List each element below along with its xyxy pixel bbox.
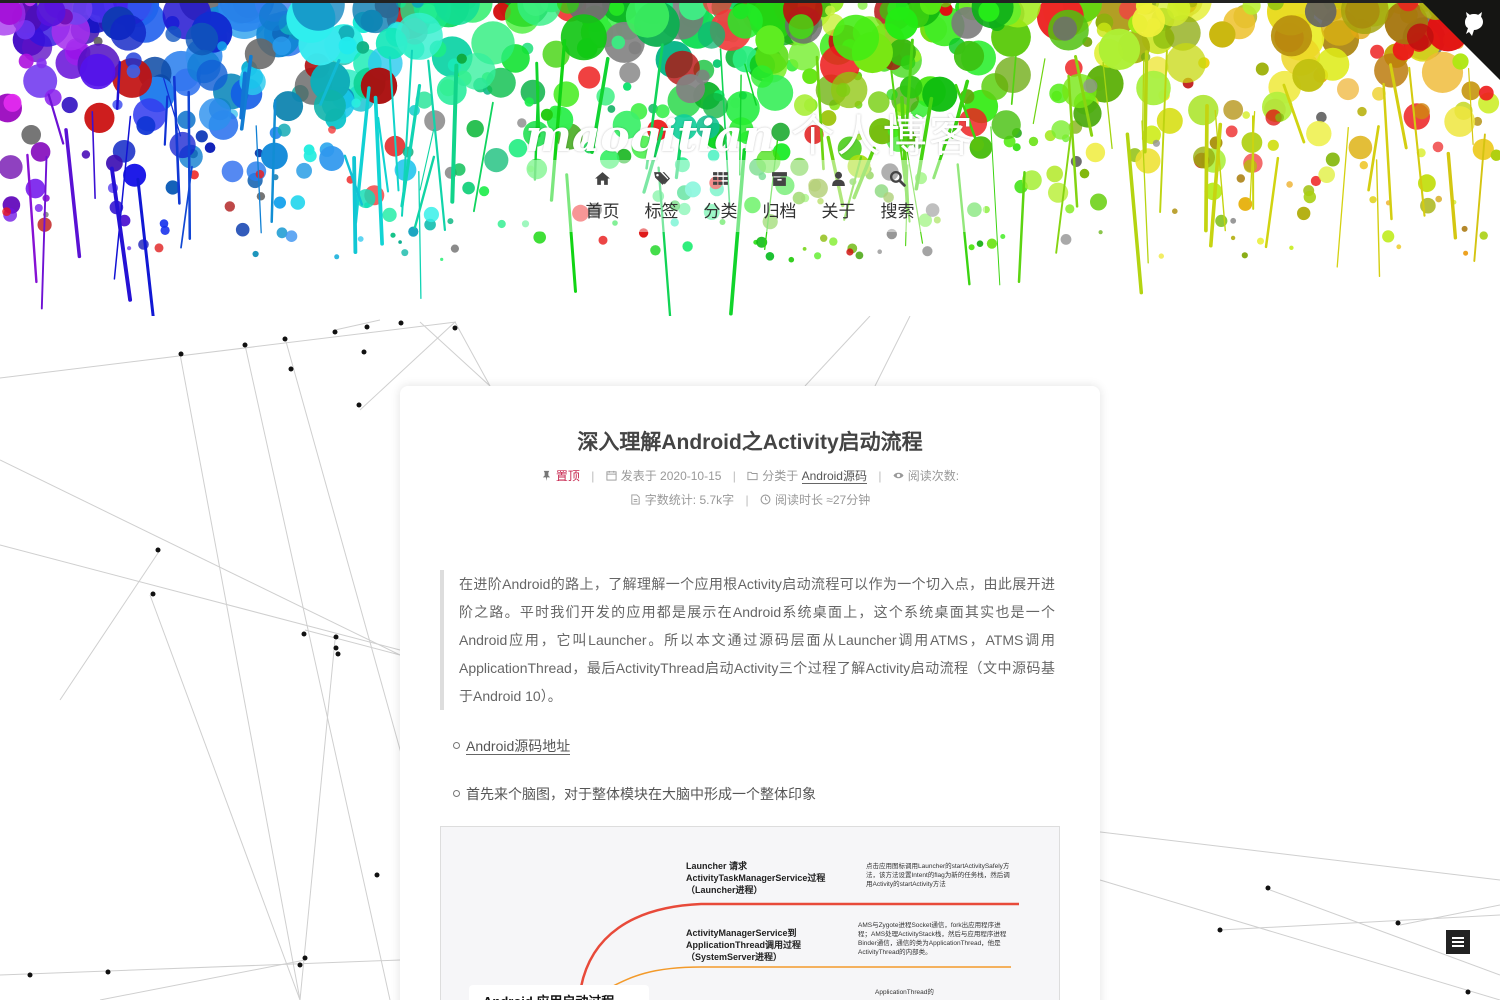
mindmap-branch-2: ActivityManagerService到ApplicationThread… (686, 928, 802, 962)
mindmap-root: Android 应用启动过程 (469, 985, 649, 1000)
post-meta-primary: 置顶 | 发表于 2020-10-15 | 分类于 Android源码 | 阅读… (400, 467, 1100, 484)
readtime-value: ≈27分钟 (826, 493, 871, 507)
nav-label-search: 搜索 (880, 202, 915, 222)
toc-toggle-button[interactable] (1446, 930, 1470, 954)
posted-date: 2020-10-15 (660, 469, 722, 483)
list-item: 首先来个脑图，对于整体模块在大脑中形成一个整体印象 (453, 786, 816, 802)
nav-item-about[interactable]: 关于 (809, 160, 868, 232)
nav-item-search[interactable]: 搜索 (868, 160, 927, 232)
site-title-latin: maoqitian (525, 111, 775, 162)
calendar-icon (606, 470, 617, 481)
wordcount-value: 5.7k字 (699, 493, 735, 507)
github-corner-link[interactable] (1420, 0, 1500, 80)
user-icon (832, 171, 845, 186)
wordcount-label: 字数统计: (644, 493, 697, 507)
category-link[interactable]: Android源码 (801, 469, 867, 484)
file-icon (631, 494, 640, 505)
clock-icon (760, 494, 771, 505)
th-icon (713, 172, 728, 185)
nav-label-home: 首页 (585, 202, 620, 222)
mindmap-note-2: AMS与Zygote进程Socket通信，fork出应用程序进程；AMS处理Ac… (858, 922, 1007, 956)
post-title[interactable]: 深入理解Android之Activity启动流程 (400, 426, 1100, 456)
readtime-label: 阅读时长 (774, 493, 823, 507)
mindmap-branch-1: Launcher 请求 ActivityTaskManagerService过程… (686, 861, 826, 895)
nav-item-archives[interactable]: 归档 (750, 160, 809, 232)
post-meta-secondary: 字数统计: 5.7k字 | 阅读时长 ≈27分钟 (400, 491, 1100, 508)
github-corner-bg (1420, 0, 1500, 80)
main-nav: 首页 标签 分类 归档 关于 搜索 (515, 160, 985, 232)
home-icon (595, 172, 610, 185)
top-border (0, 0, 1500, 3)
meta-separator: | (732, 469, 736, 483)
archive-icon (772, 172, 787, 186)
mindmap-image[interactable]: Launcher 请求 ActivityTaskManagerService过程… (440, 826, 1060, 1000)
nav-item-home[interactable]: 首页 (573, 160, 632, 232)
nav-item-categories[interactable]: 分类 (691, 160, 750, 232)
site-header: maoqitian 个人博客 首页 标签 分类 归档 关于 搜索 (0, 0, 1500, 316)
eye-icon (893, 472, 904, 479)
nav-label-categories: 分类 (703, 202, 738, 222)
views-label: 阅读次数: (907, 469, 960, 483)
category-prefix: 分类于 (762, 469, 799, 483)
pin-icon (542, 470, 551, 481)
pinned-label: 置顶 (555, 469, 580, 483)
nav-label-tags: 标签 (644, 202, 679, 222)
search-icon (889, 170, 906, 187)
meta-separator: | (878, 469, 882, 483)
meta-separator: | (745, 493, 749, 507)
mindmap-note-1: 点击应用图标调用Launcher的startActivitySafely方法，该… (866, 863, 1010, 888)
site-title[interactable]: maoqitian 个人博客 (0, 100, 1500, 164)
mindmap-branches (579, 902, 1019, 988)
intro-blockquote: 在进阶Android的路上，了解理解一个应用根Activity启动流程可以作为一… (440, 570, 1055, 710)
list-item: Android源码地址 (452, 736, 571, 756)
meta-separator: | (591, 469, 595, 483)
site-title-cn: 个人博客 (774, 111, 975, 162)
android-source-link[interactable]: Android源码地址 (466, 738, 571, 755)
nav-label-about: 关于 (821, 202, 856, 222)
post-card: 深入理解Android之Activity启动流程 置顶 | 发表于 2020-1… (400, 386, 1100, 1000)
posted-prefix: 发表于 (620, 469, 657, 483)
nav-item-tags[interactable]: 标签 (632, 160, 691, 232)
folder-icon (747, 471, 758, 481)
mindmap-note-3: ApplicationThread的 (875, 989, 934, 996)
tags-icon (654, 172, 670, 185)
nav-label-archives: 归档 (762, 202, 797, 222)
